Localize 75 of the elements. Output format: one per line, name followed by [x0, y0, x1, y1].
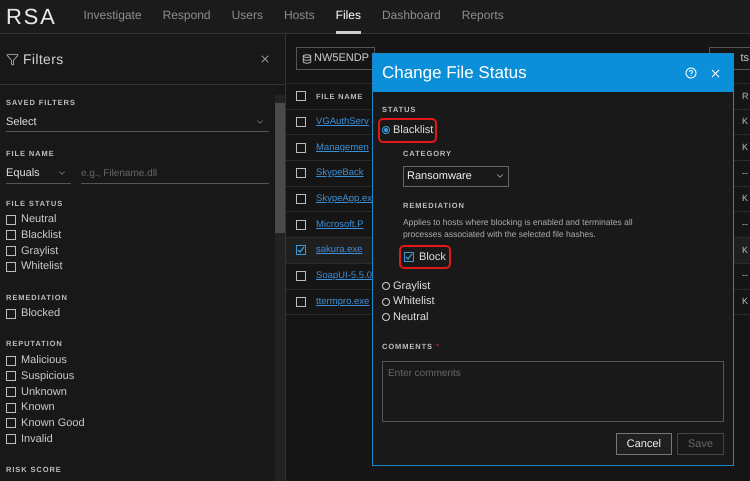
- checkbox[interactable]: [296, 271, 306, 282]
- checkbox[interactable]: [296, 194, 306, 204]
- table-cell-text: K: [742, 192, 750, 206]
- comments-field[interactable]: Enter comments: [382, 360, 724, 422]
- table-cell-text: K: [742, 244, 750, 257]
- nav-tab[interactable]: Reports: [462, 0, 504, 34]
- column-header[interactable]: R: [742, 90, 750, 104]
- required-mark: *: [436, 340, 440, 353]
- checkbox[interactable]: [6, 402, 16, 413]
- service-button[interactable]: NW5ENDP: [296, 47, 376, 70]
- checkbox-label: Block: [419, 250, 446, 265]
- checkbox[interactable]: [6, 356, 16, 366]
- checkbox[interactable]: [6, 308, 16, 319]
- checkbox[interactable]: [6, 434, 16, 444]
- nav-tab[interactable]: Hosts: [284, 0, 315, 34]
- logo[interactable]: RSA: [6, 0, 57, 33]
- filter-icon: [6, 52, 19, 66]
- nav-tab[interactable]: Users: [232, 0, 263, 34]
- table-cell-text: K: [742, 140, 750, 154]
- option-label: Unknown: [21, 384, 67, 400]
- operator-select[interactable]: Equals: [6, 164, 71, 184]
- radio-button[interactable]: [382, 126, 390, 134]
- option-label: Suspicious: [21, 368, 74, 384]
- checkbox[interactable]: [296, 142, 306, 153]
- category-select[interactable]: Ransomware: [403, 166, 509, 186]
- scrollbar[interactable]: [275, 95, 285, 481]
- close-icon[interactable]: [259, 53, 271, 65]
- radio-label: Blacklist: [393, 123, 434, 138]
- checked-checkbox[interactable]: [404, 252, 414, 262]
- checkbox[interactable]: [296, 168, 306, 178]
- remediation-description: Applies to hosts where blocking is enabled and terminates all processes associated with the selected file hashes.: [403, 216, 634, 240]
- table-cell-text: --: [742, 269, 749, 282]
- table-cell-text: --: [742, 166, 749, 180]
- checkbox[interactable]: [296, 220, 306, 230]
- nav-tab[interactable]: Investigate: [84, 0, 142, 34]
- option-label: Neutral: [21, 212, 56, 228]
- checked-checkbox[interactable]: [296, 245, 306, 256]
- table-cell-text: K: [742, 295, 750, 308]
- option-label: Whitelist: [21, 259, 63, 274]
- nav-tab[interactable]: Respond: [162, 0, 211, 34]
- checkbox[interactable]: [6, 418, 16, 428]
- option-label: Known Good: [21, 416, 85, 432]
- radio-label: Whitelist: [393, 294, 435, 310]
- nav-tab[interactable]: Files: [336, 0, 361, 34]
- table-cell-text: --: [742, 218, 749, 232]
- checkbox[interactable]: [296, 91, 306, 102]
- table-cell-text: K: [742, 115, 750, 128]
- help-icon[interactable]: [685, 67, 697, 79]
- checkbox[interactable]: [6, 230, 16, 240]
- radio-label: Graylist: [393, 278, 430, 294]
- radio-button[interactable]: [382, 298, 390, 306]
- database-icon: [302, 54, 312, 64]
- option-label: Invalid: [21, 432, 53, 447]
- option-label: Known: [21, 400, 55, 416]
- option-label: Blocked: [21, 306, 60, 322]
- close-icon[interactable]: [709, 66, 722, 80]
- checkbox[interactable]: [6, 246, 16, 256]
- dialog-title: Change File Status: [382, 62, 527, 84]
- dialog-button[interactable]: Cancel: [616, 432, 672, 455]
- option-label: Graylist: [21, 244, 58, 259]
- checkbox[interactable]: [6, 214, 16, 225]
- option-label: Blacklist: [21, 228, 62, 244]
- radio-button[interactable]: [382, 313, 390, 321]
- checkbox[interactable]: [6, 262, 16, 272]
- filename-field[interactable]: e.g., Filename.dll: [81, 164, 269, 184]
- nav-tab[interactable]: Dashboard: [382, 0, 441, 34]
- checkbox[interactable]: [6, 371, 16, 382]
- radio-label: Neutral: [393, 310, 428, 325]
- saved-filters-select[interactable]: Select: [6, 112, 269, 132]
- checkbox[interactable]: [6, 386, 16, 397]
- checkbox[interactable]: [296, 296, 306, 307]
- checkbox[interactable]: [296, 117, 306, 128]
- panel-title: Filters: [23, 50, 64, 68]
- radio-button[interactable]: [382, 282, 390, 290]
- option-label: Malicious: [21, 353, 67, 368]
